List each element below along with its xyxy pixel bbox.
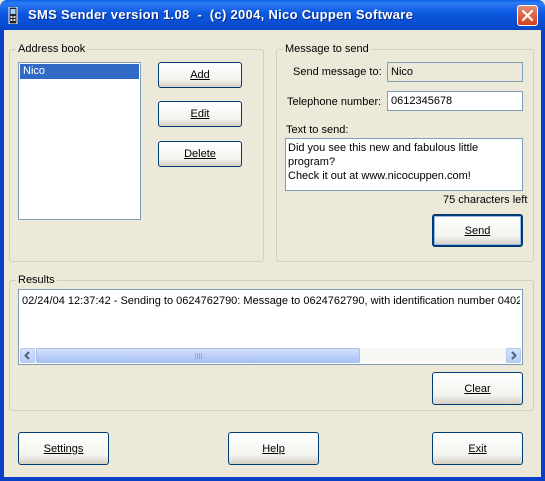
message-textarea[interactable]: Did you see this new and fabulous little… (285, 138, 523, 191)
close-icon (522, 10, 533, 21)
exit-button[interactable]: Exit (432, 432, 523, 465)
scroll-right-button[interactable] (506, 348, 521, 363)
settings-button[interactable]: Settings (18, 432, 109, 465)
telephone-label: Telephone number: (287, 96, 382, 108)
send-to-label: Send message to: (293, 66, 382, 78)
scroll-thumb[interactable] (36, 348, 360, 363)
close-button[interactable] (517, 5, 538, 26)
list-item: 02/24/04 12:37:42 - Sending to 062476279… (22, 295, 520, 307)
window-frame-bottom (0, 477, 545, 481)
scroll-left-button[interactable] (20, 348, 35, 363)
window-frame-right (541, 30, 545, 481)
characters-left: 75 characters left (443, 194, 528, 206)
window-title: SMS Sender version 1.08 - (c) 2004, Nico… (28, 7, 414, 22)
results-legend: Results (18, 274, 55, 286)
results-list[interactable]: 02/24/04 12:37:42 - Sending to 062476279… (18, 289, 523, 365)
add-button[interactable]: Add (158, 62, 242, 88)
help-button[interactable]: Help (228, 432, 319, 465)
send-to-field: Nico (387, 62, 523, 82)
edit-button[interactable]: Edit (158, 101, 242, 127)
address-book-legend: Address book (18, 43, 86, 55)
grip-icon (195, 353, 203, 359)
window-frame-left (0, 30, 4, 481)
chevron-right-icon (511, 351, 517, 360)
telephone-input[interactable]: 0612345678 (387, 91, 523, 111)
phone-icon (8, 7, 18, 24)
contact-list[interactable]: Nico (18, 62, 141, 220)
horizontal-scrollbar[interactable] (20, 348, 521, 363)
clear-button[interactable]: Clear (432, 372, 523, 405)
chevron-left-icon (24, 351, 30, 360)
text-to-send-label: Text to send: (286, 124, 349, 136)
message-legend: Message to send (285, 43, 369, 55)
title-bar[interactable]: SMS Sender version 1.08 - (c) 2004, Nico… (0, 0, 545, 30)
list-item[interactable]: Nico (20, 64, 139, 79)
send-button[interactable]: Send (432, 214, 523, 247)
delete-button[interactable]: Delete (158, 141, 242, 167)
